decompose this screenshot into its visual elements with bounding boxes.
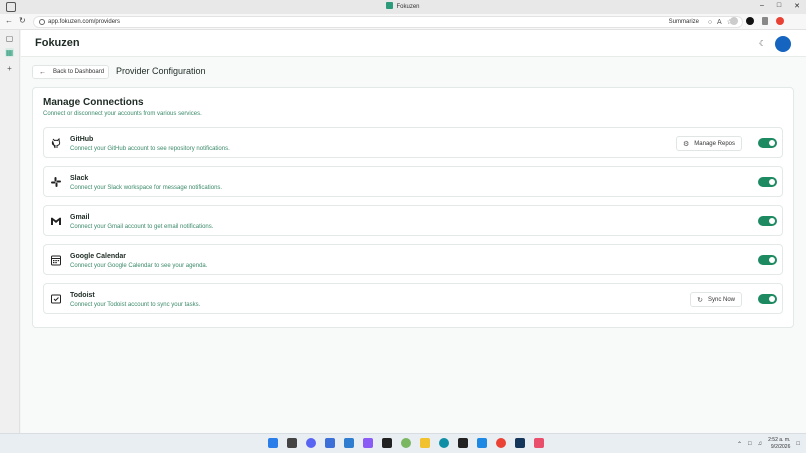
taskbar-apps — [268, 438, 544, 448]
app-favicon-icon — [386, 2, 394, 9]
connection-row-gmail: Gmail Connect your Gmail account to get … — [43, 205, 783, 236]
arrow-left-icon: ← — [39, 68, 46, 76]
connection-description: Connect your Todoist account to sync you… — [70, 302, 201, 308]
clock-time: 2:52 a. m. — [768, 437, 791, 443]
app-window: Fokuzen ☾ ← Back to Dashboard Provider C… — [21, 30, 806, 433]
sync-now-button[interactable]: ↻ Sync Now — [690, 292, 742, 307]
fokuzen-tab-icon[interactable]: ▦ — [5, 48, 14, 57]
menu-icon[interactable] — [762, 17, 768, 25]
todoist-icon — [51, 294, 61, 304]
connection-name: Google Calendar — [70, 253, 127, 260]
card-subtitle: Connect or disconnect your accounts from… — [43, 111, 202, 117]
github-toggle[interactable] — [758, 138, 777, 148]
sync-now-label: Sync Now — [707, 296, 735, 303]
back-label: Back to Dashboard — [53, 69, 105, 75]
window-title-text: Fokuzen — [396, 4, 420, 10]
gear-icon: ⚙ — [683, 140, 690, 148]
card-title: Manage Connections — [43, 97, 144, 108]
terminal-icon[interactable] — [382, 438, 392, 448]
notifications-icon[interactable]: □ — [796, 441, 800, 447]
connection-row-github: GitHub Connect your GitHub account to se… — [43, 127, 783, 158]
connection-name: Slack — [70, 175, 89, 182]
page-title: Provider Configuration — [116, 66, 206, 76]
back-to-dashboard-button[interactable]: ← Back to Dashboard — [32, 65, 109, 79]
todoist-toggle[interactable] — [758, 294, 777, 304]
theme-toggle-icon[interactable]: ☾ — [759, 39, 766, 48]
clock-date: 9/2/2026 — [770, 444, 791, 450]
url-text[interactable]: app.fokuzen.com/providers — [48, 19, 120, 25]
vscode-icon[interactable] — [477, 438, 487, 448]
connection-description: Connect your Google Calendar to see your… — [70, 263, 208, 269]
chevron-up-icon[interactable]: ⌃ — [737, 441, 742, 448]
taskbar: ⌃ □ ♫ 2:52 a. m. 9/2/2026 □ — [0, 433, 806, 453]
refresh-icon[interactable]: ↻ — [19, 16, 26, 25]
discord-icon[interactable] — [306, 438, 316, 448]
system-tray: ⌃ □ ♫ 2:52 a. m. 9/2/2026 □ — [737, 437, 800, 451]
browser-sidebar: ▢ ▦ + — [0, 30, 20, 433]
connection-row-google-calendar: Google Calendar Connect your Google Cale… — [43, 244, 783, 275]
calendar-icon — [51, 255, 61, 266]
connection-row-todoist: Todoist Connect your Todoist account to … — [43, 283, 783, 314]
google-calendar-toggle[interactable] — [758, 255, 777, 265]
gmail-icon — [51, 217, 61, 225]
refresh-icon: ↻ — [697, 296, 703, 304]
back-icon[interactable]: ← — [5, 16, 13, 25]
minimize-icon[interactable]: – — [760, 2, 764, 10]
app-icon[interactable] — [344, 438, 354, 448]
folder-icon[interactable] — [420, 438, 430, 448]
summarize-button[interactable]: Summarize — [669, 19, 699, 25]
network-icon[interactable]: □ — [748, 441, 752, 447]
start-icon[interactable] — [268, 438, 278, 448]
app-header: Fokuzen ☾ — [21, 30, 806, 57]
gmail-toggle[interactable] — [758, 216, 777, 226]
chrome-icon[interactable] — [496, 438, 506, 448]
volume-icon[interactable]: ♫ — [758, 441, 763, 447]
github-icon — [51, 137, 61, 149]
connection-name: Gmail — [70, 214, 90, 221]
connection-description: Connect your GitHub account to see repos… — [70, 146, 230, 152]
copilot-icon[interactable] — [776, 17, 784, 25]
file-explorer-icon[interactable] — [287, 438, 297, 448]
avatar[interactable] — [775, 36, 791, 52]
edge-icon[interactable] — [439, 438, 449, 448]
maximize-icon[interactable]: □ — [777, 2, 781, 10]
connection-description: Connect your Slack workspace for message… — [70, 185, 223, 191]
site-info-icon[interactable] — [39, 19, 45, 25]
connection-description: Connect your Gmail account to get email … — [70, 224, 214, 230]
extension-icon[interactable] — [730, 17, 738, 25]
slack-toggle[interactable] — [758, 177, 777, 187]
address-bar[interactable]: app.fokuzen.com/providers Summarize ○A☆ — [33, 16, 743, 28]
app-icon[interactable] — [515, 438, 525, 448]
app-icon[interactable] — [534, 438, 544, 448]
window-titlebar: Fokuzen – □ ✕ — [0, 0, 806, 14]
window-title: Fokuzen — [0, 2, 806, 10]
slack-icon — [51, 177, 61, 187]
app-icon[interactable] — [325, 438, 335, 448]
app-icon[interactable] — [458, 438, 468, 448]
browser-toolbar: ← ↻ app.fokuzen.com/providers Summarize … — [0, 14, 806, 30]
brand-logo[interactable]: Fokuzen — [35, 37, 80, 49]
profile-icon[interactable] — [746, 17, 754, 25]
tab-list-icon[interactable]: ▢ — [5, 34, 14, 43]
new-tab-icon[interactable]: + — [5, 64, 14, 73]
extensions-area — [730, 17, 784, 25]
connection-row-slack: Slack Connect your Slack workspace for m… — [43, 166, 783, 197]
clock[interactable]: 2:52 a. m. 9/2/2026 — [768, 437, 790, 451]
close-window-icon[interactable]: ✕ — [794, 2, 800, 10]
manage-repos-button[interactable]: ⚙ Manage Repos — [676, 136, 742, 151]
app-icon[interactable] — [363, 438, 373, 448]
app-icon[interactable] — [401, 438, 411, 448]
manage-connections-card: Manage Connections Connect or disconnect… — [32, 87, 794, 328]
connection-name: GitHub — [70, 136, 94, 143]
connection-name: Todoist — [70, 292, 95, 299]
manage-repos-label: Manage Repos — [694, 140, 735, 147]
